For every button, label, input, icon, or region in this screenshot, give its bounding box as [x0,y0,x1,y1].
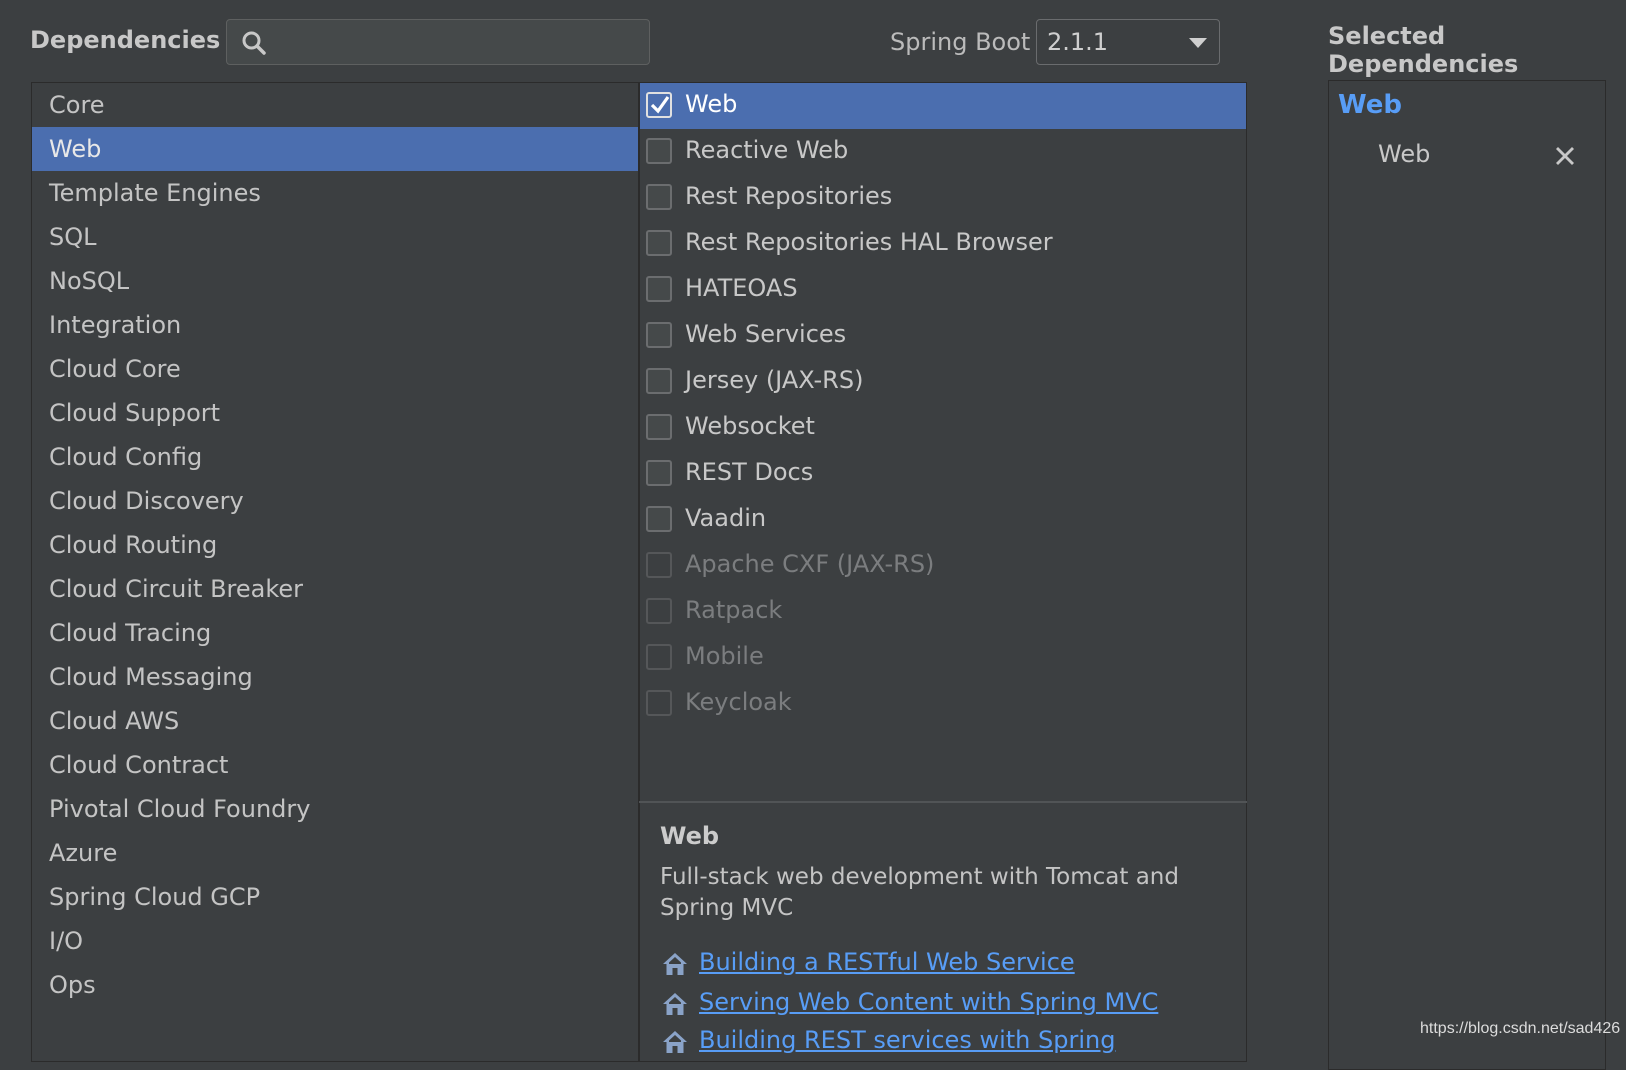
category-item-cloud-config[interactable]: Cloud Config [32,435,638,479]
search-icon [242,31,266,55]
checkbox-disabled [646,552,672,578]
guide-link-restful-web-service[interactable]: Building a RESTful Web Service [699,948,1075,976]
home-icon [663,993,687,1015]
dependency-label: REST Docs [685,458,814,486]
checkbox-disabled [646,690,672,716]
checkbox[interactable] [646,460,672,486]
search-box[interactable] [226,19,650,65]
category-item-sql[interactable]: SQL [32,215,638,259]
checkbox-checked[interactable] [646,92,672,118]
category-item-cloud-circuit-breaker[interactable]: Cloud Circuit Breaker [32,567,638,611]
category-item-cloud-messaging[interactable]: Cloud Messaging [32,655,638,699]
dependency-item-keycloak: Keycloak [640,681,1246,727]
category-item-cloud-core[interactable]: Cloud Core [32,347,638,391]
category-item-cloud-support[interactable]: Cloud Support [32,391,638,435]
description-divider [639,801,1247,803]
category-item-pivotal-cloud-foundry[interactable]: Pivotal Cloud Foundry [32,787,638,831]
category-item-core[interactable]: Core [32,83,638,127]
category-list: Core Web Template Engines SQL NoSQL Inte… [31,82,639,1062]
dependency-label: Web [685,90,738,118]
dependency-label: Websocket [685,412,815,440]
category-item-cloud-aws[interactable]: Cloud AWS [32,699,638,743]
spring-boot-version-select[interactable]: 2.1.1 [1036,19,1220,65]
home-icon [663,1031,687,1053]
checkbox[interactable] [646,276,672,302]
dependency-item-hateoas[interactable]: HATEOAS [640,267,1246,313]
checkbox[interactable] [646,368,672,394]
category-item-web[interactable]: Web [32,127,638,171]
dependency-item-websocket[interactable]: Websocket [640,405,1246,451]
dependency-label: Jersey (JAX-RS) [685,366,864,394]
dependency-item-apache-cxf: Apache CXF (JAX-RS) [640,543,1246,589]
selected-item-label: Web [1378,140,1431,168]
dependency-label: HATEOAS [685,274,798,302]
category-item-nosql[interactable]: NoSQL [32,259,638,303]
checkbox[interactable] [646,414,672,440]
checkbox[interactable] [646,138,672,164]
search-input[interactable] [279,26,643,60]
home-icon [663,953,687,975]
dependency-item-rest-repositories[interactable]: Rest Repositories [640,175,1246,221]
spring-boot-version-value: 2.1.1 [1047,28,1109,56]
dependency-item-reactive-web[interactable]: Reactive Web [640,129,1246,175]
dependency-item-vaadin[interactable]: Vaadin [640,497,1246,543]
dependency-label: Mobile [685,642,764,670]
checkbox[interactable] [646,184,672,210]
dependency-label: Ratpack [685,596,783,624]
description-title: Web [660,822,720,850]
watermark-text: https://blog.csdn.net/sad426 [1420,1020,1621,1037]
spring-boot-label: Spring Boot [890,28,1031,56]
checkbox[interactable] [646,506,672,532]
close-icon[interactable] [1552,143,1578,169]
category-item-cloud-discovery[interactable]: Cloud Discovery [32,479,638,523]
dependency-label: Keycloak [685,688,792,716]
dependency-label: Rest Repositories [685,182,893,210]
checkbox[interactable] [646,322,672,348]
chevron-down-icon [1189,38,1207,48]
checkbox-disabled [646,598,672,624]
dependency-item-jersey[interactable]: Jersey (JAX-RS) [640,359,1246,405]
dependency-label: Apache CXF (JAX-RS) [685,550,935,578]
dependency-label: Web Services [685,320,847,348]
dependency-label: Vaadin [685,504,767,532]
dependency-item-mobile: Mobile [640,635,1246,681]
selected-group-title: Web [1338,90,1402,120]
dependency-item-web[interactable]: Web [640,83,1246,129]
selected-dependencies-panel [1328,80,1606,1070]
category-item-cloud-routing[interactable]: Cloud Routing [32,523,638,567]
dependencies-label: Dependencies [30,26,221,54]
category-item-azure[interactable]: Azure [32,831,638,875]
guide-link-serving-web-content[interactable]: Serving Web Content with Spring MVC [699,988,1158,1016]
checkmark-icon [650,96,670,114]
checkbox[interactable] [646,230,672,256]
dependency-label: Reactive Web [685,136,849,164]
dependency-label: Rest Repositories HAL Browser [685,228,1053,256]
dependency-item-web-services[interactable]: Web Services [640,313,1246,359]
selected-dependencies-title: Selected Dependencies [1328,22,1519,78]
dependency-item-rest-repositories-hal-browser[interactable]: Rest Repositories HAL Browser [640,221,1246,267]
description-text: Full-stack web development with Tomcat a… [660,864,1179,921]
category-item-spring-cloud-gcp[interactable]: Spring Cloud GCP [32,875,638,919]
checkbox-disabled [646,644,672,670]
dependency-item-rest-docs[interactable]: REST Docs [640,451,1246,497]
category-item-integration[interactable]: Integration [32,303,638,347]
category-item-io[interactable]: I/O [32,919,638,963]
category-item-cloud-tracing[interactable]: Cloud Tracing [32,611,638,655]
category-item-template-engines[interactable]: Template Engines [32,171,638,215]
dependency-item-ratpack: Ratpack [640,589,1246,635]
category-item-ops[interactable]: Ops [32,963,638,1007]
category-item-cloud-contract[interactable]: Cloud Contract [32,743,638,787]
